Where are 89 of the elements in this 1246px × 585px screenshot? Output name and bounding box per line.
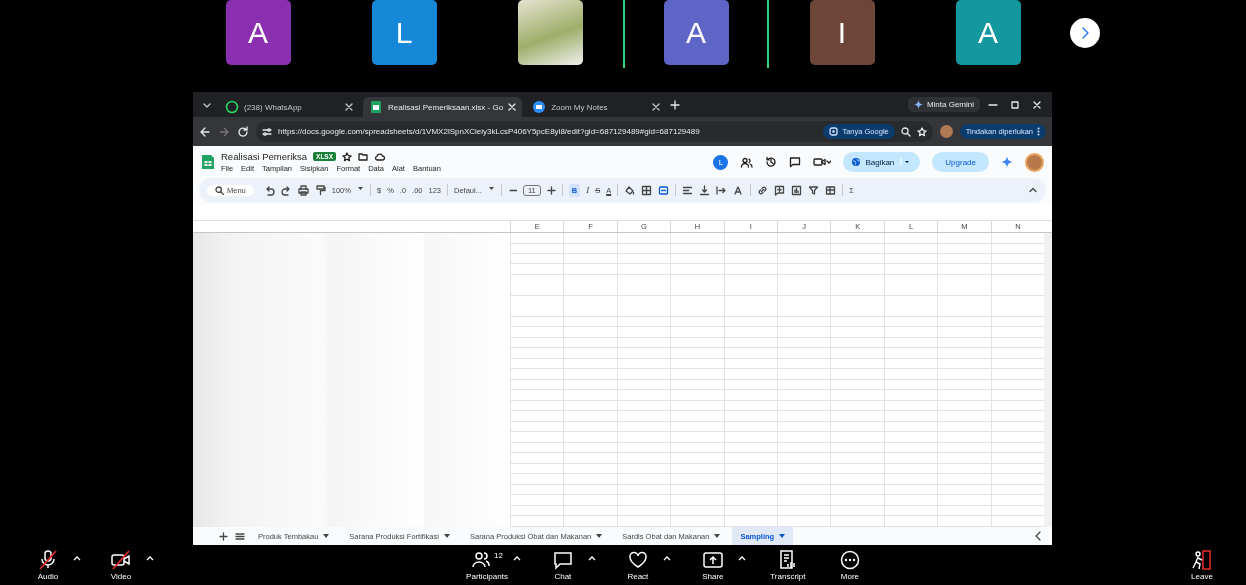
chart-icon[interactable] (791, 184, 803, 196)
collapse-icon[interactable] (1028, 185, 1038, 195)
more-button[interactable]: More (829, 549, 870, 581)
next-page-button[interactable] (1070, 18, 1100, 48)
caret-up-icon[interactable] (737, 555, 746, 561)
profile-avatar[interactable] (939, 125, 953, 138)
merge-cells-icon[interactable] (658, 184, 670, 196)
align-left-icon[interactable] (682, 184, 694, 196)
participant-count: 12 (494, 551, 503, 560)
vertical-scrollbar[interactable] (1044, 233, 1053, 527)
chevron-left-icon[interactable] (1034, 531, 1042, 541)
browser-tab[interactable]: (238) WhatsApp (219, 97, 359, 117)
back-arrow-icon[interactable] (199, 125, 211, 138)
lens-icon (829, 127, 839, 136)
cloud-icon[interactable] (374, 151, 386, 162)
account-avatar[interactable] (1025, 152, 1044, 172)
share-button[interactable]: Share (692, 549, 733, 581)
audio-button[interactable]: Audio (28, 549, 68, 581)
transcript-button[interactable]: Transcript (767, 549, 808, 581)
spreadsheet-logo-icon[interactable] (201, 154, 215, 170)
search-icon[interactable] (900, 126, 911, 137)
spreadsheet-icon (369, 100, 383, 114)
link-icon[interactable] (757, 184, 769, 196)
gemini-button[interactable]: Minta Gemini (907, 97, 980, 112)
cell-grid[interactable] (193, 233, 1052, 527)
participant-avatar[interactable]: A (663, 0, 729, 65)
video-button[interactable]: Video (101, 549, 141, 581)
fill-color-icon[interactable] (624, 184, 636, 196)
leave-button[interactable]: Leave (1182, 549, 1222, 581)
react-button[interactable]: React (617, 549, 658, 581)
video-call-icon[interactable] (813, 157, 832, 167)
print-icon[interactable] (297, 184, 309, 196)
caret-icon (779, 534, 786, 538)
chat-button[interactable]: Chat (542, 549, 583, 581)
caret-up-icon[interactable] (73, 555, 81, 561)
comment-icon[interactable] (789, 156, 802, 168)
caret-icon (596, 534, 603, 538)
share-screen-icon (702, 550, 723, 570)
sparkle-icon[interactable] (1001, 156, 1013, 168)
participant-avatar[interactable]: A (225, 0, 291, 65)
participant-avatar[interactable]: I (809, 0, 875, 65)
caret-up-icon[interactable] (512, 555, 521, 561)
collaborator-avatar[interactable]: L (713, 154, 729, 170)
share-button[interactable]: Bagikan (843, 152, 921, 172)
more-vertical-icon (1037, 127, 1040, 136)
borders-icon[interactable] (641, 184, 653, 196)
transcript-icon (777, 550, 798, 570)
search-icon (215, 185, 224, 195)
sheet-list-icon[interactable] (232, 531, 246, 541)
paint-format-icon[interactable] (314, 184, 326, 196)
participants-button[interactable]: 12 Participants (466, 549, 508, 581)
upgrade-button[interactable]: Upgrade (932, 152, 989, 172)
folder-icon[interactable] (358, 151, 369, 162)
redo-icon[interactable] (280, 184, 292, 196)
participant-avatar[interactable]: A (955, 0, 1021, 65)
plus-icon[interactable] (546, 184, 556, 196)
vertical-align-icon[interactable] (699, 184, 711, 196)
sparkle-icon (913, 100, 923, 109)
leave-icon (1192, 550, 1212, 570)
caret-icon (714, 534, 721, 538)
document-title[interactable]: Realisasi Pemeriksa (221, 151, 308, 162)
reload-icon[interactable] (237, 125, 249, 138)
heart-icon (627, 550, 648, 570)
people-icon[interactable] (740, 156, 754, 168)
history-icon[interactable] (765, 156, 778, 168)
camera-badge-icon (532, 100, 547, 114)
star-icon[interactable] (342, 151, 353, 162)
filter-icon[interactable] (808, 184, 820, 196)
close-icon[interactable] (345, 103, 353, 111)
caret-up-icon[interactable] (587, 555, 596, 561)
browser-tab[interactable]: Realisasi Pemeriksaan.xlsx - Go (363, 97, 523, 117)
insert-comment-icon[interactable] (774, 184, 786, 196)
participant-avatar[interactable]: L (371, 0, 437, 65)
globe-icon (851, 157, 862, 167)
italic-button[interactable]: I (586, 185, 590, 195)
caret-up-icon[interactable] (146, 555, 154, 561)
forward-arrow-icon[interactable] (218, 125, 230, 138)
table-icon[interactable] (825, 184, 837, 196)
more-icon (839, 550, 860, 570)
browser-tab[interactable]: Zoom My Notes (526, 97, 667, 117)
plus-icon[interactable] (219, 531, 228, 541)
close-icon[interactable] (652, 103, 661, 111)
caret-icon (443, 534, 450, 538)
video-thumbnail[interactable] (517, 0, 583, 65)
caret-icon (323, 534, 330, 538)
caret-up-icon[interactable] (662, 555, 671, 561)
people-icon (471, 550, 492, 570)
site-settings-icon[interactable] (262, 126, 272, 137)
text-wrap-icon[interactable] (716, 184, 728, 196)
